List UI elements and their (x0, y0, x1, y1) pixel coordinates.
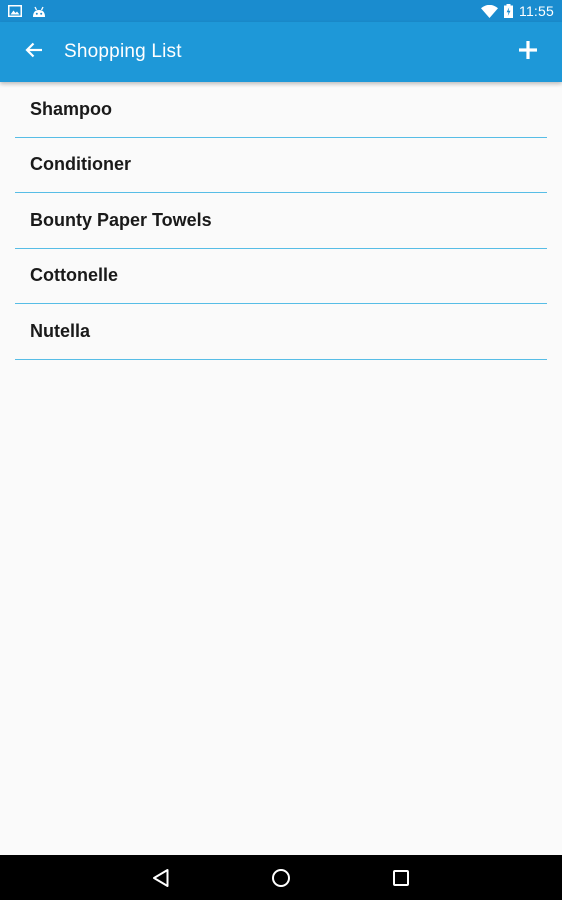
plus-icon (519, 40, 537, 64)
nav-recents-button[interactable] (341, 855, 461, 900)
list-item[interactable]: Bounty Paper Towels (15, 193, 547, 249)
list-item-label: Bounty Paper Towels (30, 209, 212, 230)
page-title: Shopping List (64, 41, 182, 62)
arrow-back-icon (25, 42, 43, 63)
list-item[interactable]: Cottonelle (15, 249, 547, 304)
battery-charging-icon (504, 4, 513, 18)
list-item[interactable]: Shampoo (15, 82, 547, 138)
back-button[interactable] (6, 22, 62, 82)
image-notification-icon (8, 5, 22, 17)
status-right-icons: 11:55 (481, 3, 554, 19)
status-left-icons (8, 5, 46, 18)
nav-back-button[interactable] (101, 855, 221, 900)
wifi-icon (481, 4, 498, 18)
back-triangle-icon (152, 868, 170, 888)
shopping-list: Shampoo Conditioner Bounty Paper Towels … (0, 82, 562, 360)
app-bar: Shopping List (0, 22, 562, 82)
list-item[interactable]: Conditioner (15, 138, 547, 193)
list-item-label: Conditioner (30, 154, 131, 175)
nav-home-button[interactable] (221, 855, 341, 900)
android-notification-icon (32, 5, 46, 18)
list-item-label: Nutella (30, 320, 91, 341)
home-circle-icon (271, 868, 291, 888)
status-bar: 11:55 (0, 0, 562, 22)
list-item-label: Shampoo (30, 98, 113, 119)
list-item-label: Cottonelle (30, 265, 118, 286)
add-item-button[interactable] (498, 22, 558, 82)
recents-square-icon (392, 869, 410, 887)
list-item[interactable]: Nutella (15, 304, 547, 360)
navigation-bar (0, 855, 562, 900)
screen: 11:55 Shopping List Shampoo Conditioner … (0, 0, 562, 900)
status-time: 11:55 (519, 3, 554, 19)
